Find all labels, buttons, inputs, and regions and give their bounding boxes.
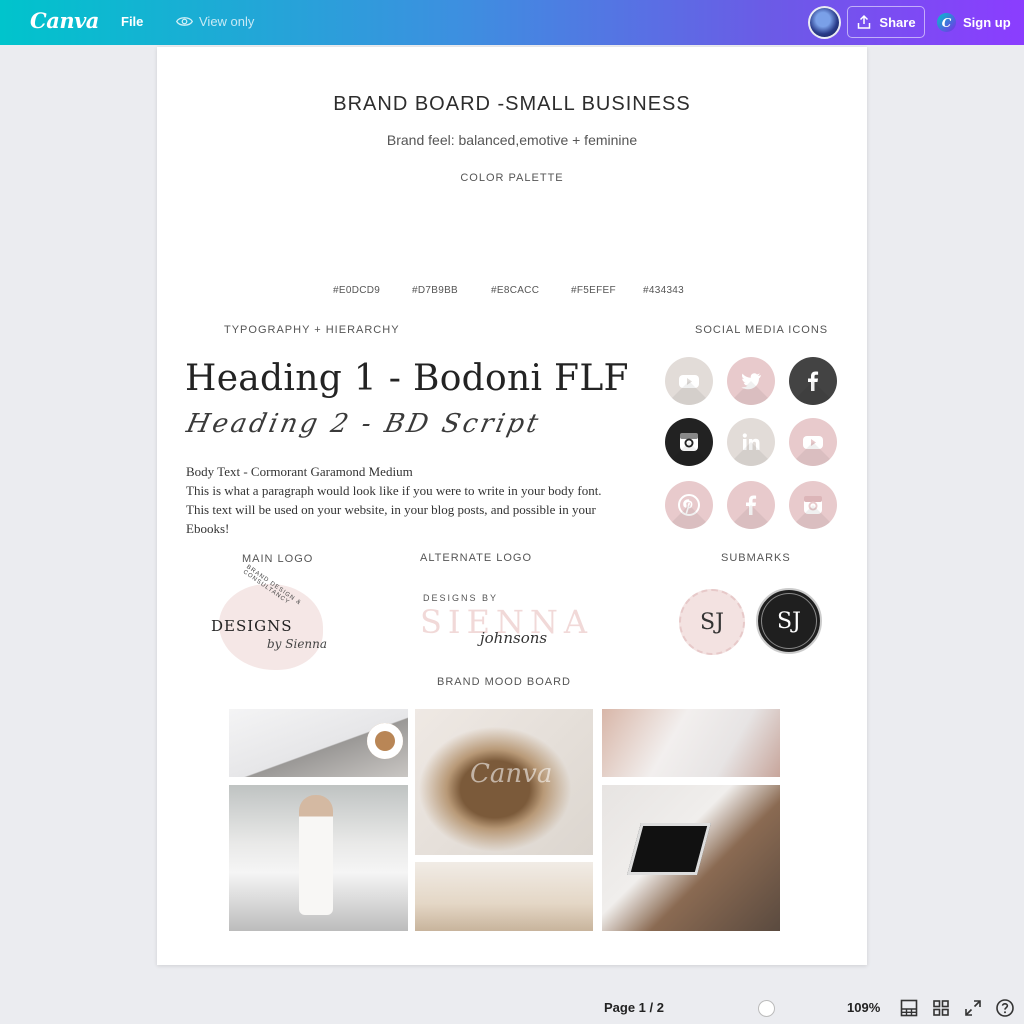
mood-image-laptop-coffee: [229, 709, 408, 777]
pinterest-icon: [665, 481, 713, 529]
body-paragraph: This is what a paragraph would look like…: [186, 483, 602, 536]
social-media-label: SOCIAL MEDIA ICONS: [695, 324, 829, 336]
mood-image-woman-street: [229, 785, 408, 931]
color-hex-2: #D7B9BB: [412, 285, 459, 296]
twitter-icon: [727, 357, 775, 405]
youtube-icon: [789, 418, 837, 466]
alt-logo-script: johnsons: [480, 629, 548, 647]
submark-light: SJ: [679, 589, 745, 655]
heading-1-sample: Heading 1 - Bodoni FLF: [185, 358, 629, 399]
instagram-icon: [665, 418, 713, 466]
top-bar: Canva File View only Share C Sign up: [0, 0, 1024, 45]
typography-label: TYPOGRAPHY + HIERARCHY: [224, 324, 400, 336]
avatar[interactable]: [808, 6, 841, 39]
sign-up-label: Sign up: [963, 15, 1011, 30]
facebook-icon: [789, 357, 837, 405]
submark-dark-text: SJ: [777, 608, 801, 634]
canva-c-icon: C: [937, 13, 956, 32]
page-subtitle: Brand feel: balanced,emotive + feminine: [386, 132, 638, 148]
zoom-level[interactable]: 109%: [847, 1000, 880, 1015]
design-page[interactable]: BRAND BOARD -SMALL BUSINESS Brand feel: …: [157, 47, 867, 965]
linkedin-icon: [727, 418, 775, 466]
mood-image-shelf-decor: [415, 862, 593, 931]
page-indicator[interactable]: Page 1 / 2: [604, 1000, 664, 1015]
submark-dark: SJ: [756, 588, 822, 654]
coffee-mug: [367, 723, 403, 759]
main-logo-wordmark: DESIGNS: [211, 617, 293, 635]
heading-2-sample: Heading 2 - BD Script: [183, 409, 544, 439]
mood-board-label: BRAND MOOD BOARD: [437, 676, 571, 688]
person-figure: [299, 795, 333, 915]
file-menu-button[interactable]: File: [121, 14, 143, 29]
help-icon[interactable]: [995, 998, 1015, 1018]
submarks-label: SUBMARKS: [721, 552, 791, 564]
color-hex-3: #E8CACC: [491, 285, 540, 296]
upload-icon: [858, 14, 871, 29]
color-palette-label: COLOR PALETTE: [460, 172, 564, 184]
submark-light-text: SJ: [700, 609, 724, 635]
sign-up-button[interactable]: C Sign up: [937, 13, 1011, 32]
body-title: Body Text - Cormorant Garamond Medium: [186, 464, 413, 479]
grid-view-icon[interactable]: [931, 998, 951, 1018]
zoom-slider-handle[interactable]: [758, 1000, 775, 1017]
facebook-icon: [727, 481, 775, 529]
instagram-icon: [789, 481, 837, 529]
share-label: Share: [879, 14, 916, 30]
color-hex-1: #E0DCD9: [333, 285, 381, 296]
fullscreen-icon[interactable]: [963, 998, 983, 1018]
canva-logo[interactable]: Canva: [30, 8, 99, 33]
color-hex-5: #434343: [643, 285, 685, 296]
eye-icon: [176, 17, 193, 26]
notes-view-icon[interactable]: [899, 998, 919, 1018]
mood-image-desk-flatlay: [602, 709, 780, 777]
alternate-logo-label: ALTERNATE LOGO: [420, 552, 533, 564]
alt-logo-top-text: DESIGNS BY: [423, 593, 499, 603]
page-title: BRAND BOARD -SMALL BUSINESS: [333, 93, 691, 115]
color-hex-4: #F5EFEF: [571, 285, 616, 296]
mood-image-flower-basket: Canva: [415, 709, 593, 855]
laptop: [627, 823, 711, 875]
youtube-icon: [665, 357, 713, 405]
canva-watermark: Canva: [470, 759, 553, 789]
share-button[interactable]: Share: [847, 6, 925, 38]
main-logo-label: MAIN LOGO: [242, 553, 314, 565]
mood-image-woman-laptop: [602, 785, 780, 931]
main-logo-script: by Sienna: [267, 637, 328, 651]
view-only-label: View only: [199, 14, 255, 29]
view-only-indicator[interactable]: View only: [176, 14, 254, 29]
body-text-sample: Body Text - Cormorant Garamond Medium Th…: [186, 462, 606, 538]
